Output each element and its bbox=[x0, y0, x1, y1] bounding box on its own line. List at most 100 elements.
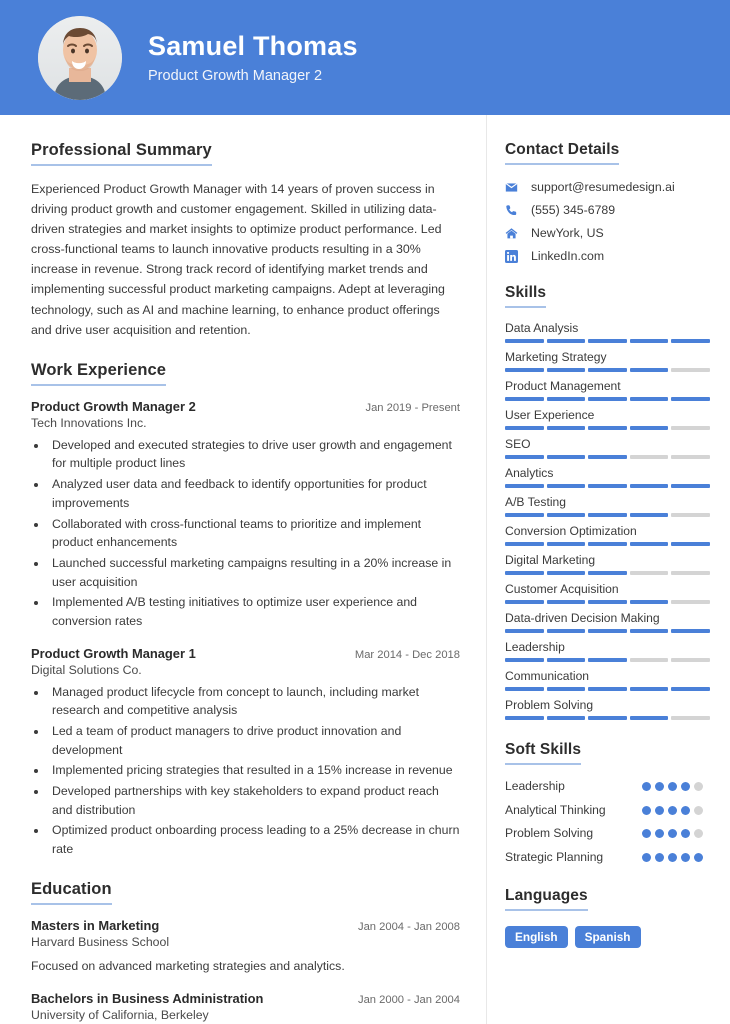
skill-segment bbox=[671, 513, 710, 517]
list-item: Analyzed user data and feedback to ident… bbox=[48, 475, 460, 512]
main-column: Professional Summary Experienced Product… bbox=[0, 115, 487, 1024]
skill-segment bbox=[505, 716, 544, 720]
skill-item: Communication bbox=[505, 669, 710, 691]
envelope-icon bbox=[505, 181, 522, 194]
job-bullets: Managed product lifecycle from concept t… bbox=[48, 683, 460, 859]
skill-segment bbox=[505, 687, 544, 691]
rating-dot bbox=[642, 829, 651, 839]
skill-segment bbox=[629, 455, 669, 459]
rating-dot bbox=[694, 782, 703, 791]
rating-dot bbox=[642, 852, 651, 862]
contact-value: LinkedIn.com bbox=[531, 249, 605, 263]
skill-segment bbox=[671, 426, 710, 430]
entry-header: Product Growth Manager 2 Jan 2019 - Pres… bbox=[31, 399, 460, 414]
skill-segment bbox=[629, 426, 669, 430]
skill-label: Customer Acquisition bbox=[505, 582, 619, 596]
job-date: Mar 2014 - Dec 2018 bbox=[354, 648, 460, 661]
contact-value: (555) 345-6789 bbox=[531, 203, 616, 217]
skill-segment bbox=[546, 368, 586, 372]
skill-segment bbox=[505, 513, 544, 517]
contact-item-location[interactable]: NewYork, US bbox=[505, 226, 710, 240]
skill-rating-bar bbox=[505, 397, 710, 401]
skill-segment bbox=[671, 716, 710, 720]
skill-segment bbox=[629, 716, 669, 720]
skill-segment bbox=[629, 571, 669, 575]
skill-segment bbox=[671, 600, 710, 604]
summary-text: Experienced Product Growth Manager with … bbox=[31, 182, 445, 337]
skill-rating-bar bbox=[505, 629, 710, 633]
rating-dot bbox=[681, 805, 690, 815]
rating-dot bbox=[681, 782, 690, 791]
skill-segment bbox=[671, 658, 710, 662]
contact-item-email[interactable]: support@resumedesign.ai bbox=[505, 180, 710, 194]
list-item: Optimized product onboarding process lea… bbox=[48, 821, 460, 858]
school-name: University of California, Berkeley bbox=[31, 1007, 209, 1022]
school-name: Harvard Business School bbox=[31, 934, 170, 949]
skill-label: Leadership bbox=[505, 640, 565, 654]
skill-label: Digital Marketing bbox=[505, 553, 596, 567]
skill-item: A/B Testing bbox=[505, 495, 710, 517]
rating-dot bbox=[642, 805, 651, 815]
list-item: Implemented A/B testing initiatives to o… bbox=[48, 593, 460, 630]
skills-list: Data Analysis Marketing Strategy Product M… bbox=[505, 321, 710, 720]
rating-dot bbox=[668, 805, 677, 815]
experience-entry: Product Growth Manager 2 Jan 2019 - Pres… bbox=[31, 399, 460, 631]
rating-dot bbox=[642, 782, 651, 791]
skill-rating-bar bbox=[505, 571, 710, 575]
skill-segment bbox=[588, 484, 627, 488]
skill-segment bbox=[546, 687, 586, 691]
skill-segment bbox=[546, 571, 586, 575]
skill-segment bbox=[546, 629, 586, 633]
skill-segment bbox=[671, 397, 710, 401]
skill-label: A/B Testing bbox=[505, 495, 566, 509]
skill-item: Conversion Optimization bbox=[505, 524, 710, 546]
skill-segment bbox=[588, 687, 627, 691]
list-item: Collaborated with cross-functional teams… bbox=[48, 515, 460, 552]
soft-skill-rating-dots bbox=[642, 778, 710, 791]
section-work-experience: Work Experience Product Growth Manager 2… bbox=[31, 361, 460, 859]
skill-segment bbox=[505, 629, 544, 633]
language-badge: English bbox=[505, 926, 568, 949]
soft-skill-label: Strategic Planning bbox=[505, 849, 604, 864]
skill-segment bbox=[505, 571, 544, 575]
contact-item-phone[interactable]: (555) 345-6789 bbox=[505, 203, 710, 217]
skill-segment bbox=[505, 600, 544, 604]
degree-title: Bachelors in Business Administration bbox=[31, 990, 264, 1006]
header-text: Samuel Thomas Product Growth Manager 2 bbox=[148, 31, 358, 83]
skill-label: Marketing Strategy bbox=[505, 350, 607, 364]
list-item: Implemented pricing strategies that resu… bbox=[48, 761, 460, 780]
section-contact-details: Contact Details support@resumedesign.ai … bbox=[505, 141, 710, 263]
skill-segment bbox=[671, 629, 710, 633]
skill-segment bbox=[671, 484, 710, 488]
skill-label: Problem Solving bbox=[505, 698, 594, 712]
resume-page: Samuel Thomas Product Growth Manager 2 P… bbox=[0, 0, 730, 1024]
skill-segment bbox=[588, 397, 627, 401]
contact-item-linkedin[interactable]: LinkedIn.com bbox=[505, 249, 710, 263]
skill-segment bbox=[546, 513, 586, 517]
skill-segment bbox=[546, 716, 586, 720]
skill-segment bbox=[671, 542, 710, 546]
job-title: Product Growth Manager 1 bbox=[31, 645, 196, 661]
list-item: Developed partnerships with key stakehol… bbox=[48, 782, 460, 819]
skill-rating-bar bbox=[505, 542, 710, 546]
skill-rating-bar bbox=[505, 687, 710, 691]
skill-segment bbox=[588, 426, 627, 430]
skill-item: SEO bbox=[505, 437, 710, 459]
home-icon bbox=[505, 227, 522, 240]
section-heading: Work Experience bbox=[31, 361, 167, 386]
rating-dot bbox=[694, 852, 703, 862]
skill-segment bbox=[546, 542, 586, 546]
resume-body: Professional Summary Experienced Product… bbox=[0, 115, 730, 1024]
skill-segment bbox=[629, 687, 669, 691]
skill-segment bbox=[546, 426, 586, 430]
list-item: Managed product lifecycle from concept t… bbox=[48, 683, 460, 720]
rating-dot bbox=[681, 852, 690, 862]
section-heading: Professional Summary bbox=[31, 141, 212, 166]
skill-rating-bar bbox=[505, 455, 710, 459]
section-skills: Skills Data Analysis Marketing Strategy Pr… bbox=[505, 284, 710, 720]
soft-skill-item: Problem Solving bbox=[505, 825, 710, 843]
skill-label: Data Analysis bbox=[505, 321, 579, 335]
skill-segment bbox=[588, 513, 627, 517]
degree-date: Jan 2000 - Jan 2004 bbox=[357, 993, 460, 1006]
job-date: Jan 2019 - Present bbox=[365, 401, 460, 414]
